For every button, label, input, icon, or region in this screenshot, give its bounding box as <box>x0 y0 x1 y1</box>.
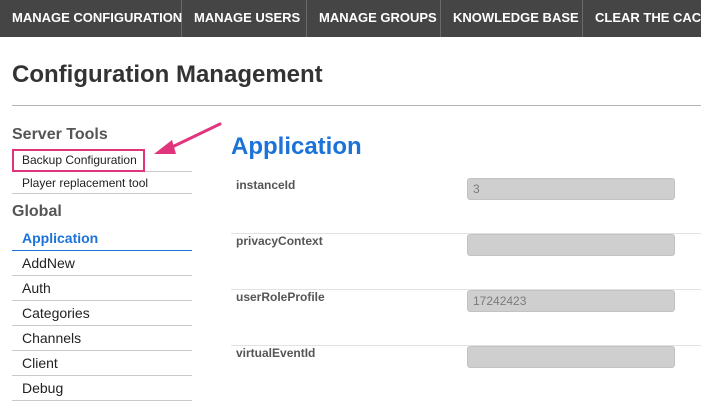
arrow-icon <box>154 122 222 154</box>
section-title: Application <box>231 133 362 160</box>
field-label: instanceId <box>236 178 296 192</box>
tab-clear-the-cache[interactable]: CLEAR THE CACHE <box>583 0 701 37</box>
top-nav-bar: MANAGE CONFIGURATION MANAGE USERS MANAGE… <box>0 0 701 37</box>
field-label: privacyContext <box>236 234 323 248</box>
tab-manage-users[interactable]: MANAGE USERS <box>182 0 307 37</box>
title-divider <box>12 105 701 106</box>
tab-knowledge-base[interactable]: KNOWLEDGE BASE <box>441 0 583 37</box>
field-row-userroleprofile: userRoleProfile <box>231 290 701 346</box>
sidebar-item-player-replacement-tool[interactable]: Player replacement tool <box>12 172 192 194</box>
sidebar-item-debug[interactable]: Debug <box>12 376 192 401</box>
sidebar-item-categories[interactable]: Categories <box>12 301 192 326</box>
tab-manage-configuration[interactable]: MANAGE CONFIGURATION <box>0 0 182 37</box>
sidebar-heading-server-tools: Server Tools <box>12 126 108 143</box>
privacycontext-input[interactable] <box>467 234 675 256</box>
sidebar-item-application[interactable]: Application <box>12 226 192 251</box>
field-row-privacycontext: privacyContext <box>231 234 701 290</box>
sidebar-item-backup-configuration[interactable]: Backup Configuration <box>12 149 145 172</box>
sidebar-item-client[interactable]: Client <box>12 351 192 376</box>
field-label: virtualEventId <box>236 346 316 360</box>
virtualeventid-input[interactable] <box>467 346 675 368</box>
instanceid-input[interactable] <box>467 178 675 200</box>
sidebar-item-addnew[interactable]: AddNew <box>12 251 192 276</box>
sidebar-heading-global: Global <box>12 203 62 220</box>
field-label: userRoleProfile <box>236 290 325 304</box>
sidebar-item-channels[interactable]: Channels <box>12 326 192 351</box>
field-row-virtualeventid: virtualEventId <box>231 346 701 402</box>
field-row-instanceid: instanceId <box>231 178 701 234</box>
tab-manage-groups[interactable]: MANAGE GROUPS <box>307 0 441 37</box>
userroleprofile-input[interactable] <box>467 290 675 312</box>
page-title: Configuration Management <box>12 61 323 88</box>
sidebar-item-auth[interactable]: Auth <box>12 276 192 301</box>
